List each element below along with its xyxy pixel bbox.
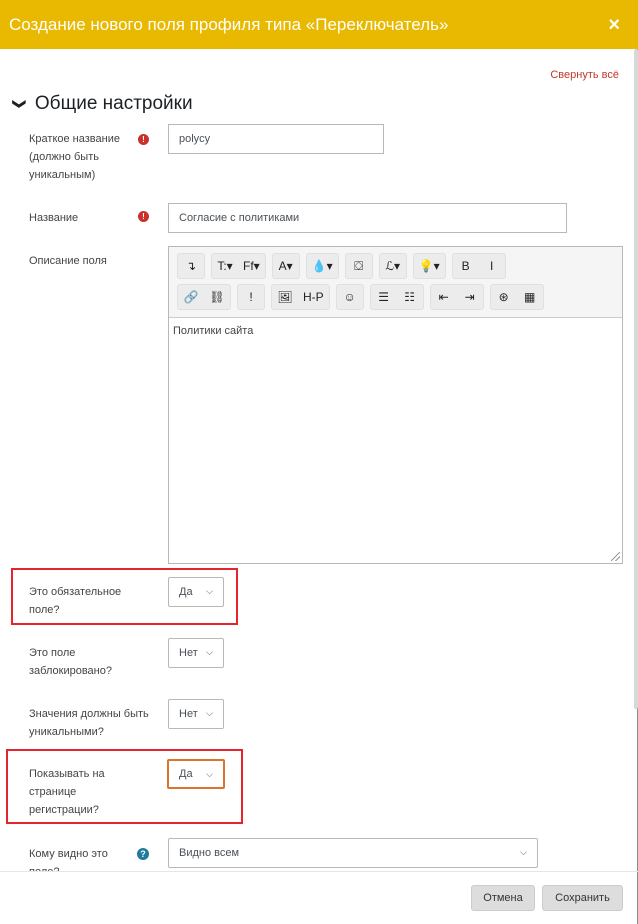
locked-select[interactable]: Нет ⌵ (168, 638, 224, 668)
toolbar-button-icon[interactable]: ☷ (397, 285, 423, 309)
section-general-header[interactable]: ❯ Общие настройки (11, 93, 193, 115)
visible-label: Кому видно это поле? (29, 848, 108, 871)
shortname-label: Краткое название (должно быть уникальным… (29, 133, 120, 181)
toolbar-group: BI (451, 253, 506, 279)
unique-select-value: Нет (179, 708, 198, 720)
toolbar-button-icon[interactable]: ☰ (371, 285, 397, 309)
chevron-down-icon: ⌵ (206, 708, 213, 718)
toolbar-button-icon[interactable]: ℒ▾ (380, 254, 406, 278)
toolbar-group: 🔗 ⛓ (177, 284, 231, 310)
toolbar-button-icon[interactable]: ↴ (178, 254, 204, 278)
toolbar-row: 🔗 ⛓! 🖼 H-P ☺ ☰ ☷ ⇤ ⇥ ⊛ ▦ (177, 284, 622, 312)
toolbar-group: ⊛ ▦ (489, 284, 544, 310)
help-icon[interactable]: ? (137, 848, 149, 860)
toolbar-group: ☺ (335, 284, 364, 310)
toolbar-group: 💧▾ (305, 253, 339, 279)
toolbar-button-icon[interactable]: T:▾ (212, 254, 238, 278)
chevron-down-icon[interactable]: ❯ (11, 99, 27, 110)
toolbar-group: 💡▾ (412, 253, 446, 279)
chevron-down-icon: ⌵ (206, 647, 213, 657)
toolbar-button-icon[interactable]: ! (238, 285, 264, 309)
close-icon[interactable]: × (608, 14, 620, 37)
visible-select-value: Видно всем (179, 847, 240, 859)
toolbar-group: ! (237, 284, 265, 310)
editor-toolbar: ↴ T:▾ Ff▾ A▾ 💧▾ ⛋ ℒ▾ 💡▾ B I 🔗 ⛓! 🖼 H-P ☺ ☰ ☷ ⇤ ⇥ ⊛ ▦ (169, 247, 622, 317)
save-button[interactable]: Сохранить (542, 885, 623, 911)
toolbar-button-icon[interactable]: ☺ (337, 285, 363, 309)
section-title: Общие настройки (34, 93, 193, 114)
toolbar-group: ☰ ☷ (369, 284, 424, 310)
toolbar-button-icon[interactable]: 💧▾ (307, 254, 338, 278)
required-icon: ! (138, 211, 149, 222)
signup-select-value: Да (179, 768, 193, 780)
toolbar-button-icon[interactable]: A▾ (273, 254, 299, 278)
footer-divider (0, 871, 638, 872)
toolbar-button-icon[interactable]: ⛓ (204, 285, 230, 309)
shortname-input[interactable] (168, 124, 384, 154)
resize-handle-icon[interactable] (611, 552, 620, 561)
modal-header: Создание нового поля профиля типа «Перек… (0, 0, 638, 49)
visible-select[interactable]: Видно всем ⌵ (168, 838, 538, 868)
cancel-button[interactable]: Отмена (471, 885, 535, 911)
signup-label: Показывать на странице регистрации? (29, 768, 105, 816)
chevron-down-icon: ⌵ (520, 847, 527, 857)
required-icon: ! (138, 134, 149, 145)
toolbar-group: ↴ (177, 253, 205, 279)
unique-select[interactable]: Нет ⌵ (168, 699, 224, 729)
scrollbar[interactable] (634, 49, 638, 709)
toolbar-button-icon[interactable]: H-P (298, 285, 329, 309)
toolbar-row: ↴ T:▾ Ff▾ A▾ 💧▾ ⛋ ℒ▾ 💡▾ B I (177, 253, 622, 281)
toolbar-button-icon[interactable]: B (453, 254, 479, 278)
chevron-down-icon: ⌵ (206, 769, 213, 779)
description-label: Описание поля (29, 255, 107, 267)
required-label: Это обязательное поле? (29, 586, 122, 616)
toolbar-button-icon[interactable]: ⛋ (346, 254, 372, 278)
toolbar-button-icon[interactable]: 🖼 (272, 285, 298, 309)
signup-select[interactable]: Да ⌵ (167, 759, 225, 789)
toolbar-button-icon[interactable]: I (479, 254, 505, 278)
name-input[interactable] (168, 203, 567, 233)
toolbar-group: ⛋ (344, 253, 373, 279)
toolbar-button-icon[interactable]: ▦ (517, 285, 543, 309)
required-select-value: Да (179, 586, 193, 598)
toolbar-group: T:▾ Ff▾ (211, 253, 266, 279)
modal-title: Создание нового поля профиля типа «Перек… (9, 14, 449, 34)
locked-label: Это поле заблокировано? (29, 647, 112, 677)
toolbar-group: ℒ▾ (378, 253, 407, 279)
toolbar-group: 🖼 H-P (271, 284, 330, 310)
unique-label: Значения должны быть уникальными? (29, 708, 149, 738)
toolbar-button-icon[interactable]: ⊛ (491, 285, 517, 309)
toolbar-group: A▾ (271, 253, 300, 279)
chevron-down-icon: ⌵ (206, 586, 213, 596)
description-editor: ↴ T:▾ Ff▾ A▾ 💧▾ ⛋ ℒ▾ 💡▾ B I 🔗 ⛓! 🖼 H-P ☺ ☰ ☷ ⇤ ⇥ ⊛ ▦ Полити… (168, 246, 623, 564)
editor-content-area[interactable]: Политики сайта (169, 317, 622, 563)
locked-select-value: Нет (179, 647, 198, 659)
collapse-all-link[interactable]: Свернуть всё (550, 69, 619, 81)
toolbar-button-icon[interactable]: 🔗 (178, 285, 204, 309)
required-select[interactable]: Да ⌵ (168, 577, 224, 607)
toolbar-button-icon[interactable]: ⇤ (431, 285, 457, 309)
toolbar-button-icon[interactable]: Ff▾ (238, 254, 265, 278)
visible-row-clip: Кому видно это поле? ? Видно всем ⌵ (0, 838, 638, 871)
toolbar-button-icon[interactable]: 💡▾ (414, 254, 445, 278)
toolbar-group: ⇤ ⇥ (429, 284, 484, 310)
toolbar-button-icon[interactable]: ⇥ (457, 285, 483, 309)
